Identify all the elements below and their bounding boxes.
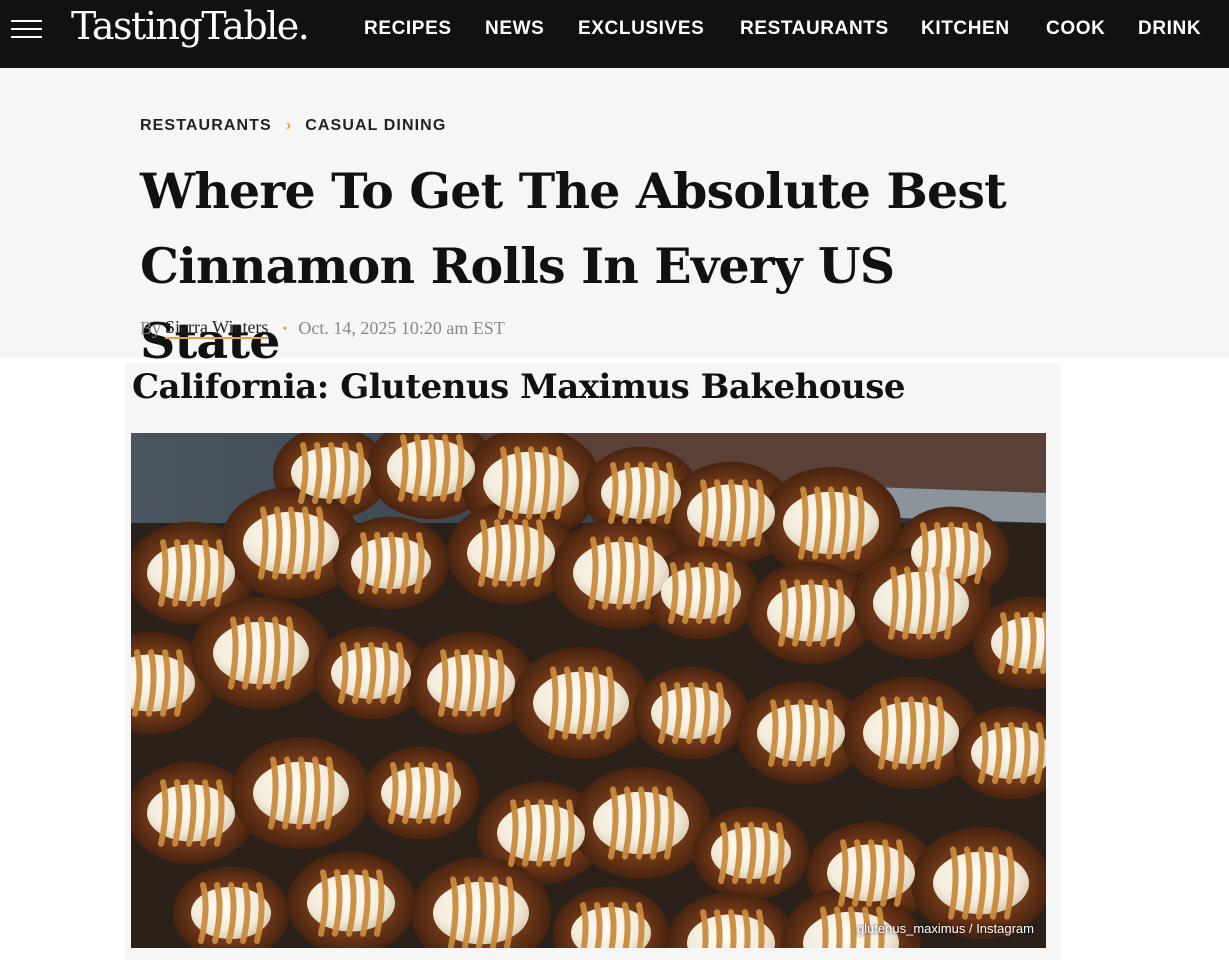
breadcrumb-casual-dining[interactable]: CASUAL DINING — [305, 117, 446, 135]
photo-credit: glutenus_maximus / Instagram — [856, 921, 1034, 936]
cinnamon-rolls-illustration — [131, 433, 1046, 948]
article-title-line-2: Cinnamon Rolls In Every US State — [140, 237, 895, 370]
breadcrumb: RESTAURANTS › CASUAL DINING — [140, 116, 446, 136]
byline-separator-dot-icon: • — [282, 322, 288, 337]
section-heading: California: Glutenus Maximus Bakehouse — [132, 367, 906, 407]
article-title-line-1: Where To Get The Absolute Best — [140, 162, 1007, 220]
site-logo[interactable]: TastingTable. — [71, 4, 310, 48]
nav-item-drink[interactable]: DRINK — [1138, 18, 1201, 40]
nav-item-recipes[interactable]: RECIPES — [364, 18, 452, 40]
chevron-right-icon: › — [285, 117, 293, 134]
cinnamon-rolls-photo: glutenus_maximus / Instagram — [131, 433, 1046, 948]
nav-item-kitchen[interactable]: KITCHEN — [921, 18, 1010, 40]
article-section-card: California: Glutenus Maximus Bakehouse g… — [125, 363, 1061, 960]
nav-item-exclusives[interactable]: EXCLUSIVES — [578, 18, 704, 40]
hamburger-menu-icon[interactable] — [11, 20, 42, 38]
top-navigation-bar: TastingTable. RECIPES NEWS EXCLUSIVES RE… — [0, 0, 1229, 68]
nav-item-cook[interactable]: COOK — [1046, 18, 1105, 40]
byline-prefix: By — [140, 317, 162, 338]
nav-item-restaurants[interactable]: RESTAURANTS — [740, 18, 889, 40]
article-title: Where To Get The Absolute Best Cinnamon … — [140, 154, 1040, 379]
byline: By Sierra Winters • Oct. 14, 2025 10:20 … — [140, 316, 505, 340]
publish-date: Oct. 14, 2025 10:20 am EST — [298, 317, 505, 338]
breadcrumb-restaurants[interactable]: RESTAURANTS — [140, 117, 272, 135]
author-link[interactable]: Sierra Winters — [165, 317, 269, 339]
article-header: RESTAURANTS › CASUAL DINING Where To Get… — [0, 68, 1229, 370]
nav-item-news[interactable]: NEWS — [485, 18, 544, 40]
